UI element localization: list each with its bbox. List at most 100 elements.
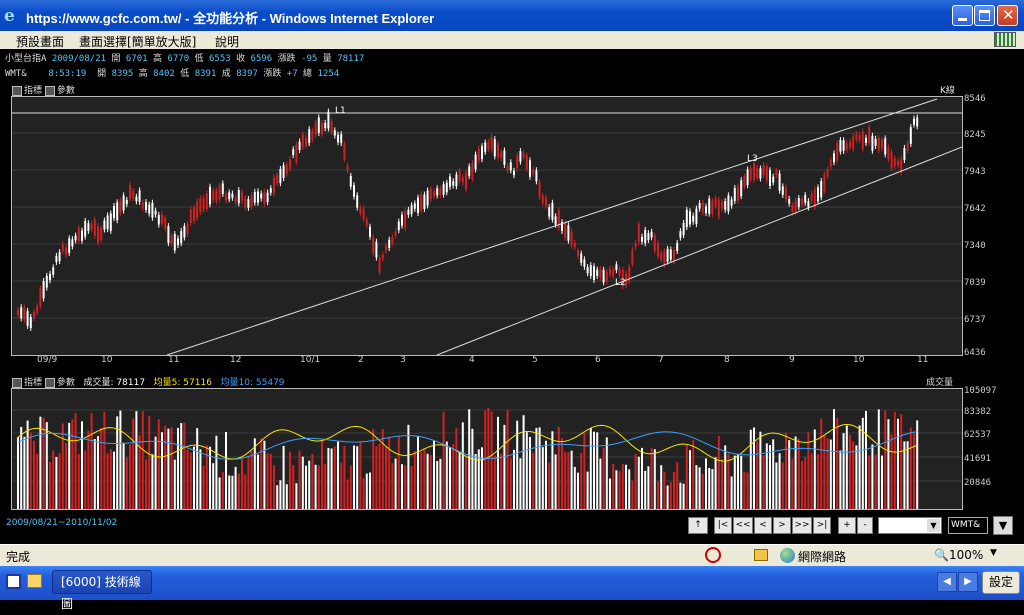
taskbar-task-chart[interactable]: [6000] 技術線圖 — [52, 570, 152, 611]
privacy-icon[interactable] — [705, 547, 721, 563]
candle-body — [397, 221, 400, 231]
taskbar-scroll-right-icon[interactable]: ▶ — [958, 572, 978, 592]
candle-body — [701, 202, 704, 213]
show-desktop-icon[interactable] — [6, 574, 21, 589]
nav-first-button[interactable]: |< — [714, 517, 732, 534]
symbol-input[interactable]: WMT& — [948, 517, 988, 534]
volume-bar — [193, 446, 195, 509]
volume-bar — [727, 453, 730, 509]
y-tick: 62537 — [964, 430, 992, 440]
volume-bar — [913, 433, 915, 509]
price-chart[interactable]: L1 L3 L2 — [11, 96, 963, 356]
x-tick: 12 — [230, 355, 242, 365]
volume-bar — [602, 447, 605, 509]
candle-body — [113, 205, 115, 219]
ma5-line — [17, 423, 918, 462]
maximize-button[interactable] — [974, 5, 995, 26]
candle-body — [186, 224, 189, 234]
indicator-button[interactable]: 指標 — [24, 86, 42, 96]
volume-bar — [708, 468, 711, 509]
volume-bar — [449, 447, 451, 509]
params-button[interactable]: 參數 — [57, 378, 75, 388]
candle-body — [605, 271, 608, 282]
menu-default-screen[interactable]: 預設畫面 — [16, 33, 64, 50]
folder-icon[interactable] — [27, 574, 42, 588]
volume-chart[interactable] — [11, 388, 963, 510]
candle-body — [573, 242, 576, 248]
volume-bar — [749, 429, 752, 509]
nav-last-button[interactable]: >| — [813, 517, 831, 534]
popup-blocker-icon[interactable] — [754, 549, 768, 561]
volume-bar — [775, 462, 778, 509]
candle-body — [711, 200, 714, 215]
indicator-icon[interactable] — [12, 85, 22, 96]
candle-body — [333, 130, 336, 136]
nav-up-button[interactable]: ↑ — [688, 517, 708, 534]
volume-bar — [823, 435, 826, 509]
minimize-button[interactable] — [952, 5, 973, 26]
chevron-down-icon[interactable]: ▼ — [990, 548, 997, 558]
volume-bar — [577, 472, 579, 509]
nav-forward-button[interactable]: >> — [792, 517, 812, 534]
volume-bar — [717, 435, 720, 509]
settings-button[interactable]: 設定 — [982, 571, 1020, 594]
candle-body — [337, 134, 339, 143]
nav-prev-button[interactable]: < — [754, 517, 772, 534]
candle-body — [439, 188, 442, 196]
volume-bar — [301, 456, 304, 509]
volume-bar — [500, 453, 503, 509]
candle-body — [346, 165, 349, 171]
volume-bar — [618, 471, 621, 509]
candle-body — [100, 227, 103, 240]
candle-body — [797, 198, 800, 208]
candle-body — [477, 148, 480, 161]
candle-body — [29, 316, 32, 328]
volume-bar — [433, 440, 435, 509]
params-button[interactable]: 參數 — [57, 86, 75, 96]
volume-bar — [490, 411, 493, 509]
candle-body — [468, 166, 471, 176]
params-icon[interactable] — [44, 377, 55, 388]
menu-help[interactable]: 說明 — [215, 33, 239, 50]
nav-rewind-button[interactable]: << — [733, 517, 753, 534]
candle-body — [433, 190, 435, 197]
indicator-icon[interactable] — [12, 377, 22, 388]
candle-body — [506, 166, 509, 171]
zoom-out-button[interactable]: - — [857, 517, 873, 534]
volume-bar — [743, 471, 746, 509]
volume-bar — [605, 437, 608, 509]
candle-body — [871, 135, 874, 151]
taskbar-scroll-left-icon[interactable]: ◀ — [937, 572, 957, 592]
volume-bar — [311, 453, 314, 509]
candle-body — [842, 140, 845, 151]
candle-body — [276, 175, 279, 184]
close-button[interactable]: ✕ — [997, 5, 1018, 26]
menu-screen-select[interactable]: 畫面選擇[簡單放大版] — [79, 33, 196, 50]
period-dropdown[interactable]: ▼ — [878, 517, 942, 534]
volume-bar — [164, 425, 167, 509]
volume-bar — [362, 478, 365, 509]
volume-bar — [100, 427, 103, 509]
nav-next-button[interactable]: > — [773, 517, 791, 534]
volume-bar — [628, 469, 631, 509]
candle-body — [157, 214, 160, 225]
candle-body — [324, 122, 327, 129]
volume-bar — [186, 449, 189, 509]
params-icon[interactable] — [44, 85, 55, 96]
candle-body — [801, 198, 803, 205]
volume-bar — [394, 458, 397, 509]
candle-body — [442, 184, 445, 195]
candle-body — [244, 198, 247, 208]
zoom-level[interactable]: 100% — [949, 548, 983, 562]
volume-bar — [868, 455, 871, 509]
candle-body — [769, 170, 771, 186]
volume-bar — [167, 428, 170, 509]
symbol-dropdown-button[interactable]: ▼ — [993, 516, 1013, 535]
zoom-in-button[interactable]: + — [838, 517, 856, 534]
candle-body — [295, 144, 298, 163]
volume-bar — [314, 464, 317, 509]
candle-body — [845, 143, 848, 151]
volume-bar — [673, 472, 675, 509]
candle-body — [682, 222, 685, 236]
indicator-button[interactable]: 指標 — [24, 378, 42, 388]
